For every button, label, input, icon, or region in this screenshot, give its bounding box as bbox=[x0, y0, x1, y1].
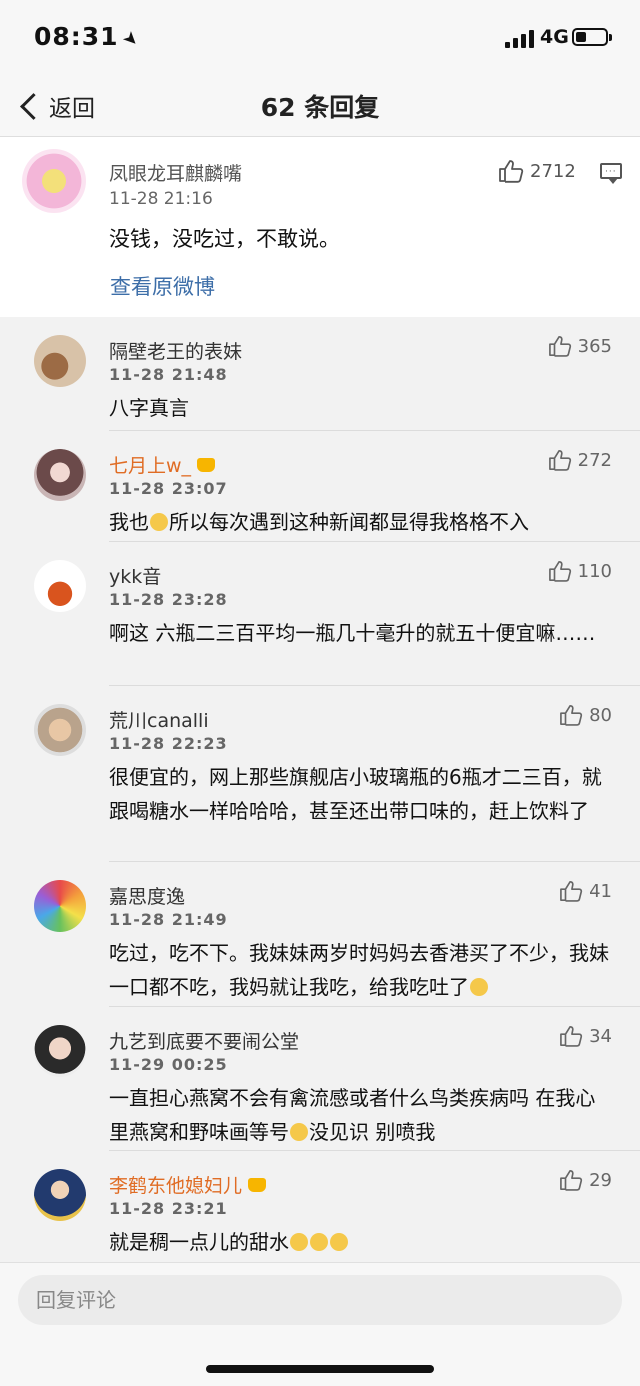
user-name[interactable]: 七月上w_ bbox=[109, 451, 216, 478]
user-name[interactable]: 嘉思度逸 bbox=[109, 882, 185, 909]
list-item[interactable]: ykk音 11-28 23:28 110 啊这 六瓶二三百平均一瓶几十毫升的就五… bbox=[0, 542, 640, 686]
location-arrow-icon: ➤ bbox=[117, 26, 144, 53]
like-button[interactable]: 41 bbox=[559, 880, 612, 902]
like-count: 272 bbox=[577, 449, 612, 471]
bottom-bar bbox=[0, 1262, 640, 1386]
original-comment: 凤眼龙耳麒麟嘴 11-28 21:16 没钱，没吃过，不敢说。 2712 ···… bbox=[0, 137, 640, 317]
vip-crown-icon bbox=[248, 1177, 267, 1192]
like-count: 365 bbox=[577, 335, 612, 357]
reply-time: 11-28 23:21 bbox=[109, 1199, 228, 1218]
like-count: 29 bbox=[589, 1169, 612, 1191]
reply-text: 很便宜的，网上那些旗舰店小玻璃瓶的6瓶才二三百，就跟喝糖水一样哈哈哈，甚至还出带… bbox=[109, 765, 602, 823]
like-button[interactable]: 34 bbox=[559, 1025, 612, 1047]
laugh-cry-emoji-icon bbox=[310, 1233, 328, 1251]
reply-input[interactable] bbox=[18, 1275, 622, 1325]
reply-text: 一直担心燕窝不会有禽流感或者什么鸟类疾病吗 在我心里燕窝和野味画等号 没见识 别喷… bbox=[109, 1086, 596, 1144]
avatar[interactable] bbox=[34, 449, 86, 501]
thumbs-up-icon bbox=[560, 881, 583, 902]
list-item[interactable]: 嘉思度逸 11-28 21:49 41 吃过，吃不下。我妹妹两岁时妈妈去香港买了… bbox=[0, 862, 640, 1007]
user-name[interactable]: ykk音 bbox=[109, 562, 161, 589]
battery-icon bbox=[572, 28, 612, 46]
reply-list: 隔壁老王的表妹 11-28 21:48 365 八字真言 七月上w_ 11-28… bbox=[0, 317, 640, 1263]
list-item[interactable]: 荒川canalli 11-28 22:23 80 很便宜的，网上那些旗舰店小玻璃… bbox=[0, 686, 640, 862]
like-button[interactable]: 29 bbox=[559, 1169, 612, 1191]
reply-time: 11-28 22:23 bbox=[109, 734, 228, 753]
page-title: 62 条回复 bbox=[260, 93, 380, 122]
like-button[interactable]: 2712 bbox=[498, 159, 576, 183]
thumbs-up-icon bbox=[548, 336, 571, 357]
list-item[interactable]: 九艺到底要不要闹公堂 11-29 00:25 34 一直担心燕窝不会有禽流感或者… bbox=[0, 1007, 640, 1151]
user-name[interactable]: 荒川canalli bbox=[109, 706, 209, 733]
home-indicator bbox=[206, 1365, 434, 1373]
thumbs-up-icon bbox=[560, 1170, 583, 1191]
avatar[interactable] bbox=[34, 704, 86, 756]
list-item[interactable]: 李鹤东他媳妇儿 11-28 23:21 29 就是稠一点儿的甜水 bbox=[0, 1151, 640, 1263]
thumbs-up-icon bbox=[560, 1026, 583, 1047]
smile-emoji-icon bbox=[150, 513, 168, 531]
author-name[interactable]: 凤眼龙耳麒麟嘴 bbox=[109, 159, 242, 186]
vip-crown-icon bbox=[197, 457, 216, 472]
avatar[interactable] bbox=[34, 335, 86, 387]
laugh-cry-emoji-icon bbox=[470, 978, 488, 996]
user-name[interactable]: 李鹤东他媳妇儿 bbox=[109, 1171, 267, 1198]
like-count: 110 bbox=[577, 560, 612, 582]
avatar[interactable] bbox=[34, 560, 86, 612]
laugh-cry-emoji-icon bbox=[290, 1123, 308, 1141]
like-button[interactable]: 272 bbox=[548, 449, 612, 471]
like-button[interactable]: 365 bbox=[548, 335, 612, 357]
laugh-cry-emoji-icon bbox=[290, 1233, 308, 1251]
user-name[interactable]: 隔壁老王的表妹 bbox=[109, 337, 242, 364]
like-count: 2712 bbox=[530, 160, 576, 182]
reply-time: 11-28 23:07 bbox=[109, 479, 228, 498]
nav-bar: 返回 62 条回复 bbox=[0, 76, 640, 137]
reply-text: 吃过，吃不下。我妹妹两岁时妈妈去香港买了不少，我妹一口都不吃，我妈就让我吃，给我… bbox=[109, 941, 609, 999]
status-bar: 08:31➤ 4G bbox=[0, 0, 640, 76]
avatar[interactable] bbox=[34, 1169, 86, 1221]
reply-time: 11-29 00:25 bbox=[109, 1055, 228, 1074]
comment-icon[interactable]: ··· bbox=[600, 163, 622, 184]
like-button[interactable]: 110 bbox=[548, 560, 612, 582]
thumbs-up-icon bbox=[548, 450, 571, 471]
reply-text: 我也 所以每次遇到这种新闻都显得我格格不入 bbox=[109, 510, 529, 534]
like-count: 80 bbox=[589, 704, 612, 726]
comment-text: 没钱，没吃过，不敢说。 bbox=[109, 227, 340, 251]
reply-text: 八字真言 bbox=[109, 396, 189, 420]
reply-time: 11-28 21:49 bbox=[109, 910, 228, 929]
avatar[interactable] bbox=[22, 149, 86, 213]
network-type: 4G bbox=[540, 26, 569, 48]
reply-text: 就是稠一点儿的甜水 bbox=[109, 1225, 609, 1259]
thumbs-up-icon bbox=[548, 561, 571, 582]
like-button[interactable]: 80 bbox=[559, 704, 612, 726]
list-item[interactable]: 七月上w_ 11-28 23:07 272 我也 所以每次遇到这种新闻都显得我格格… bbox=[0, 431, 640, 542]
thumbs-up-icon bbox=[499, 160, 524, 183]
comment-time: 11-28 21:16 bbox=[109, 189, 213, 209]
like-count: 41 bbox=[589, 880, 612, 902]
list-item[interactable]: 隔壁老王的表妹 11-28 21:48 365 八字真言 bbox=[0, 317, 640, 431]
like-count: 34 bbox=[589, 1025, 612, 1047]
signal-icon bbox=[505, 30, 535, 48]
reply-text: 啊这 六瓶二三百平均一瓶几十毫升的就五十便宜嘛…… bbox=[109, 621, 596, 645]
reply-time: 11-28 23:28 bbox=[109, 590, 228, 609]
thumbs-up-icon bbox=[560, 705, 583, 726]
reply-time: 11-28 21:48 bbox=[109, 365, 228, 384]
status-time: 08:31➤ bbox=[34, 22, 144, 53]
view-original-link[interactable]: 查看原微博 bbox=[110, 271, 215, 301]
avatar[interactable] bbox=[34, 880, 86, 932]
laugh-cry-emoji-icon bbox=[330, 1233, 348, 1251]
avatar[interactable] bbox=[34, 1025, 86, 1077]
user-name[interactable]: 九艺到底要不要闹公堂 bbox=[109, 1027, 299, 1054]
